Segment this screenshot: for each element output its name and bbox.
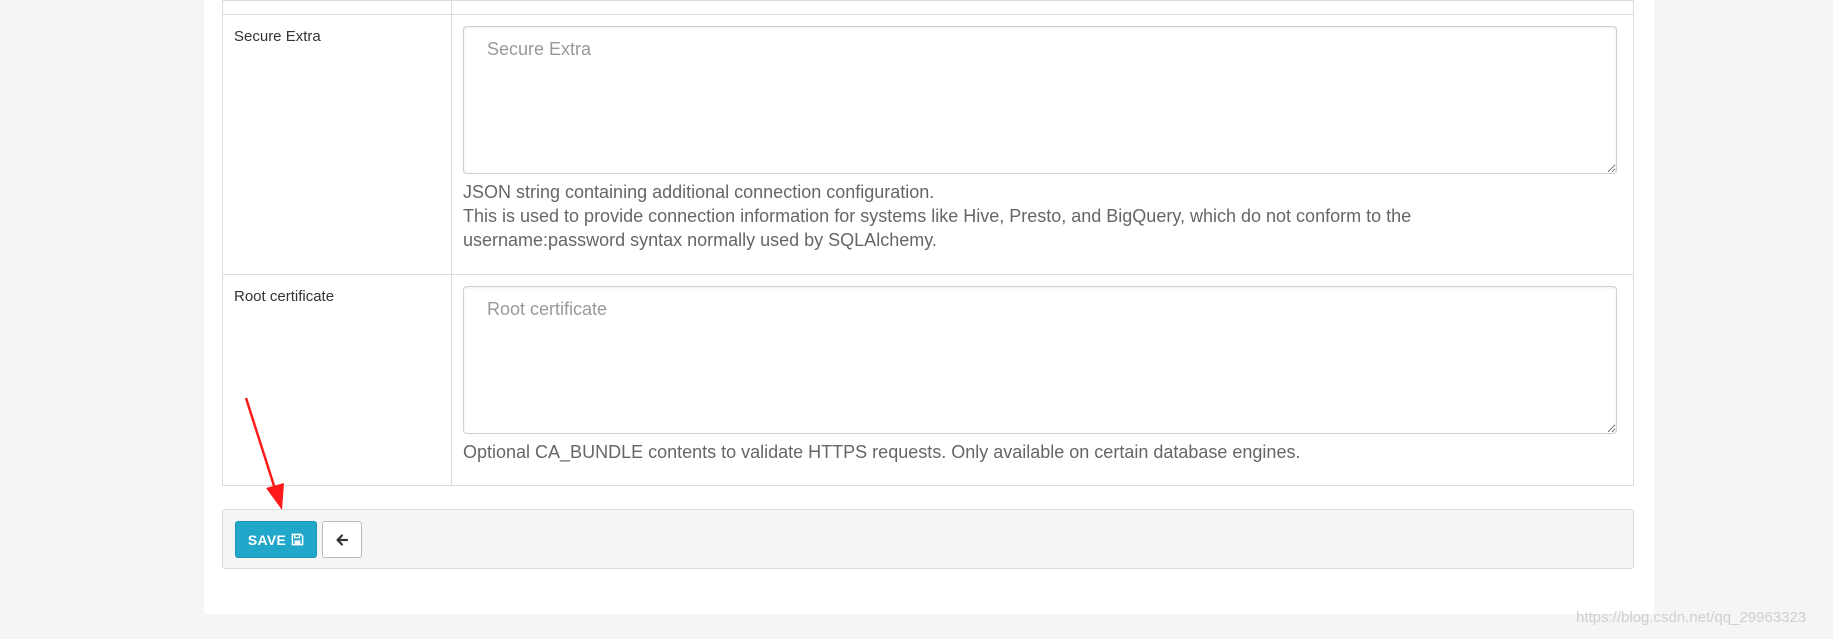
connection-form-table: Secure Extra JSON string containing addi… bbox=[222, 0, 1634, 486]
arrow-left-icon bbox=[336, 533, 349, 546]
label-cell bbox=[222, 0, 452, 15]
table-row-secure-extra: Secure Extra JSON string containing addi… bbox=[222, 14, 1634, 275]
label-cell: Root certificate bbox=[222, 274, 452, 486]
root-certificate-label: Root certificate bbox=[234, 288, 335, 305]
help-line: Optional CA_BUNDLE contents to validate … bbox=[463, 442, 1301, 462]
back-button[interactable] bbox=[322, 521, 362, 558]
label-cell: Secure Extra bbox=[222, 14, 452, 275]
table-row bbox=[222, 0, 1634, 15]
help-line: This is used to provide connection infor… bbox=[463, 206, 1412, 226]
field-cell bbox=[451, 0, 1634, 15]
secure-extra-label: Secure Extra bbox=[234, 28, 321, 45]
secure-extra-help-text: JSON string containing additional connec… bbox=[463, 180, 1633, 252]
form-actions-bar: SAVE bbox=[222, 509, 1634, 569]
field-cell: Optional CA_BUNDLE contents to validate … bbox=[451, 274, 1634, 486]
secure-extra-textarea[interactable] bbox=[463, 26, 1617, 174]
help-line: JSON string containing additional connec… bbox=[463, 182, 935, 202]
save-button[interactable]: SAVE bbox=[235, 521, 317, 558]
table-row-root-certificate: Root certificate Optional CA_BUNDLE cont… bbox=[222, 274, 1634, 486]
field-cell: JSON string containing additional connec… bbox=[451, 14, 1634, 275]
root-certificate-textarea[interactable] bbox=[463, 286, 1617, 434]
help-line: username:password syntax normally used b… bbox=[463, 230, 937, 250]
floppy-disk-icon bbox=[291, 533, 304, 546]
watermark-text: https://blog.csdn.net/qq_29963323 bbox=[1576, 609, 1807, 626]
root-certificate-help-text: Optional CA_BUNDLE contents to validate … bbox=[463, 440, 1633, 464]
save-button-label: SAVE bbox=[247, 531, 287, 548]
